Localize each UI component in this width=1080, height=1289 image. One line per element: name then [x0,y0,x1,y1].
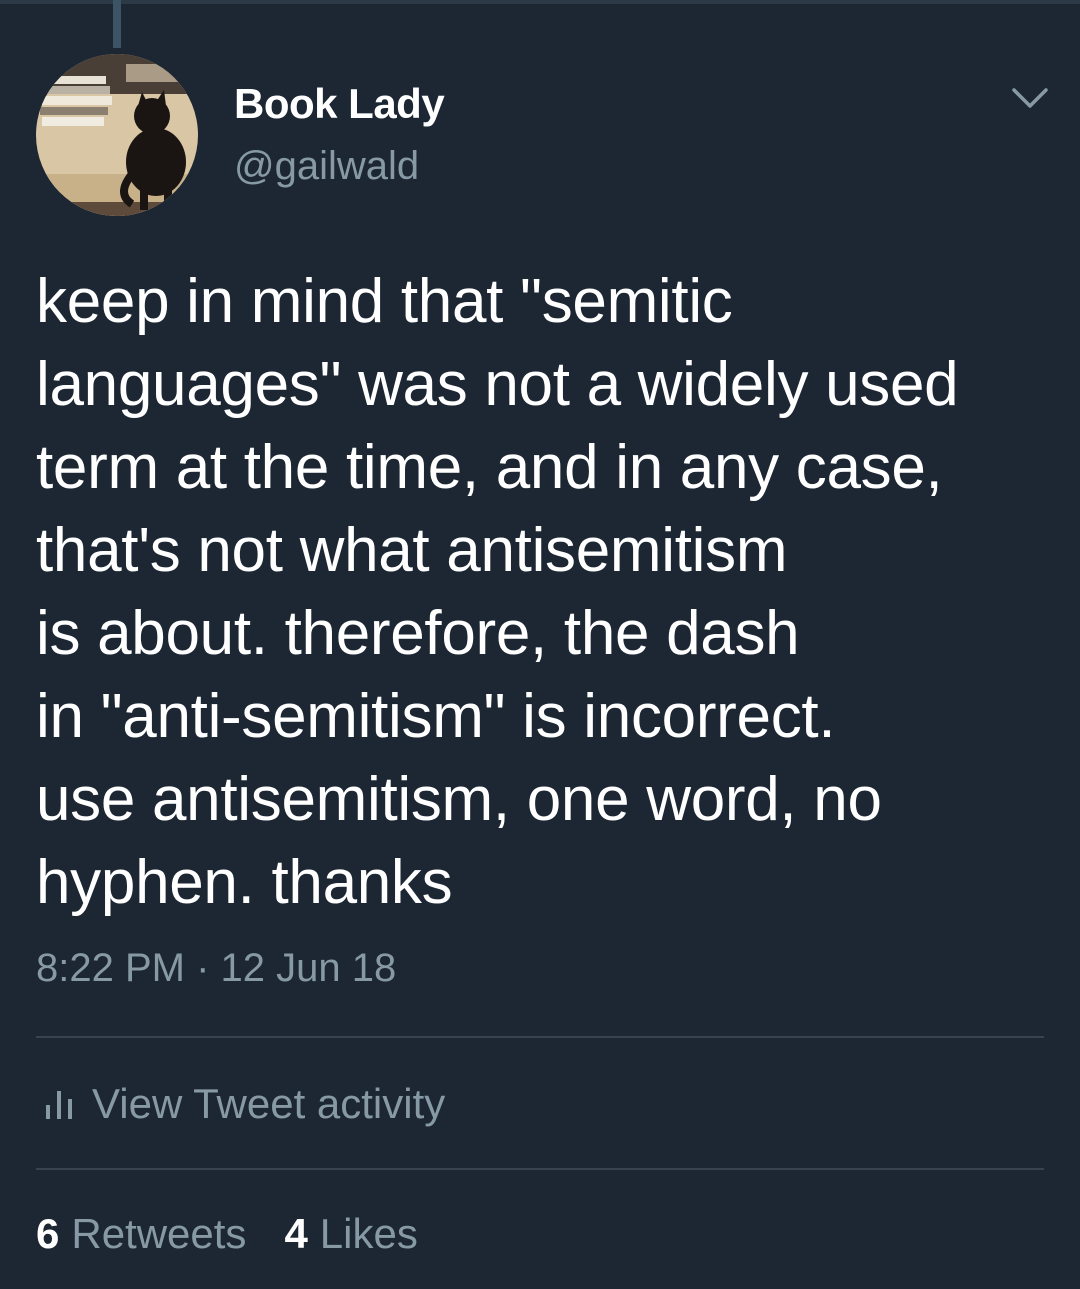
tweet-text-line: that's not what antisemitism [36,516,788,585]
tweet-text-line: languages" was not a widely used [36,350,959,419]
tweet-text-line: in "anti-semitism" is incorrect. [36,682,836,751]
tweet-text-line: use antisemitism, one word, no [36,765,882,834]
tweet-timestamp[interactable]: 8:22 PM · 12 Jun 18 [36,946,396,991]
view-tweet-activity-button[interactable]: View Tweet activity [36,1074,445,1134]
tweet-stats: 6 Retweets 4 Likes [36,1210,418,1258]
divider [36,1168,1044,1170]
thread-connector-line [113,0,121,48]
divider [36,1036,1044,1038]
likes-label: Likes [319,1210,418,1257]
tweet-text-line: term at the time, and in any case, [36,433,943,502]
avatar[interactable] [36,54,198,216]
tweet-text: keep in mind that "semitic languages" wa… [36,260,1056,924]
bar-chart-icon [46,1091,72,1119]
author-display-name[interactable]: Book Lady [234,80,445,128]
author-handle[interactable]: @gailwald [234,144,419,189]
retweets-stat[interactable]: 6 Retweets [36,1210,246,1258]
likes-stat[interactable]: 4 Likes [284,1210,417,1258]
chevron-down-icon[interactable] [1008,82,1052,116]
likes-count: 4 [284,1210,308,1257]
tweet-text-line: keep in mind that "semitic [36,267,733,336]
tweet-text-line: is about. therefore, the dash [36,599,800,668]
retweets-count: 6 [36,1210,60,1257]
retweets-label: Retweets [71,1210,247,1257]
top-border [0,0,1080,4]
profile-photo-icon [36,54,198,216]
view-tweet-activity-label: View Tweet activity [92,1080,446,1127]
tweet-text-line: hyphen. thanks [36,848,453,917]
